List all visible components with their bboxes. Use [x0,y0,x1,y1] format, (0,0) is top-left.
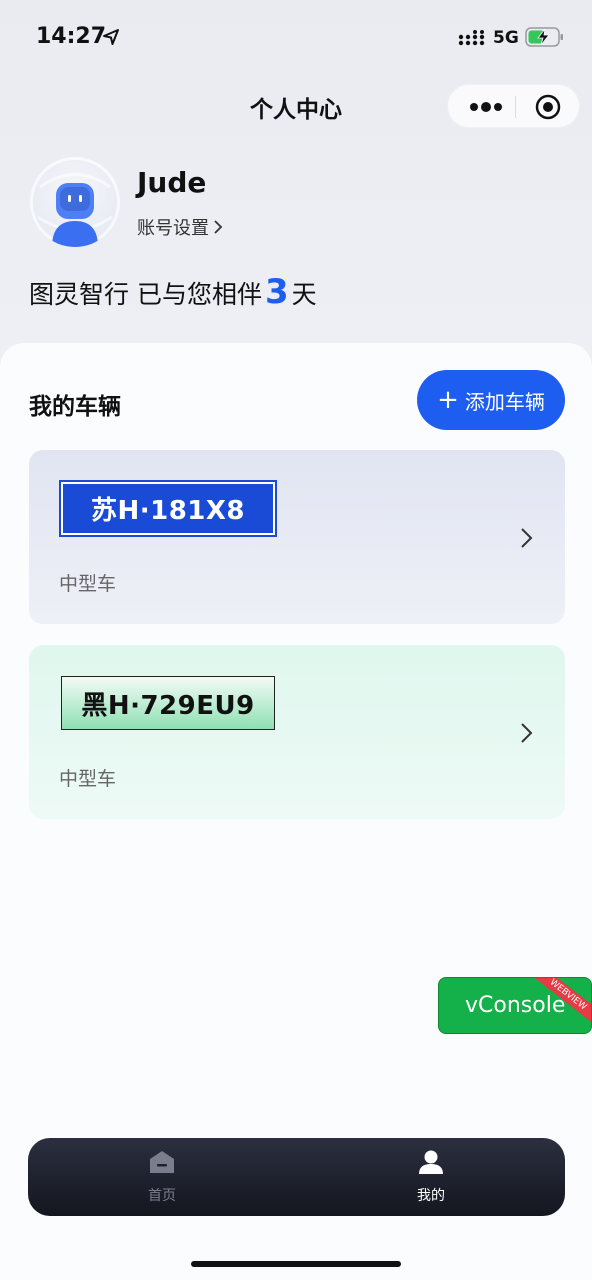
status-bar: 14:27 5G [0,0,592,76]
vconsole-label: vConsole [465,993,566,1018]
avatar[interactable] [30,157,120,247]
battery-charging-icon [525,27,563,47]
more-icon[interactable] [466,97,506,117]
vehicle-type: 中型车 [59,573,117,595]
chevron-right-icon [214,220,223,234]
vconsole-button[interactable]: vConsole WEBVIEW [438,977,592,1034]
location-arrow-icon [103,29,119,45]
home-indicator [191,1261,401,1267]
companion-prefix: 图灵智行 已与您相伴 [29,280,262,309]
home-icon [150,1151,174,1173]
companion-suffix: 天 [291,280,317,309]
plus-icon: + [437,385,459,415]
tab-home-label: 首页 [148,1188,176,1204]
account-settings-link[interactable]: 账号设置 [137,214,223,240]
license-plate: 苏H·181X8 [59,480,277,537]
vehicle-type: 中型车 [59,768,117,790]
chevron-right-icon [521,528,533,548]
robot-avatar-icon [30,157,120,247]
signal-icon [458,30,485,46]
close-target-icon[interactable] [535,94,561,120]
account-settings-label: 账号设置 [137,218,209,239]
tab-bar: 首页 我的 [28,1138,565,1216]
username: Jude [137,166,207,199]
user-icon [419,1150,443,1174]
tab-home[interactable]: 首页 [102,1138,222,1216]
chevron-right-icon [521,723,533,743]
vehicle-card[interactable]: 苏H·181X8 中型车 [29,450,565,624]
license-plate: 黑H·729EU9 [61,676,275,730]
network-type: 5G [493,28,519,48]
add-vehicle-label: 添加车辆 [464,389,545,414]
status-time: 14:27 [36,24,107,49]
capsule-divider [515,96,516,118]
companion-days-text: 图灵智行 已与您相伴 3 天 [29,272,317,312]
add-vehicle-button[interactable]: + 添加车辆 [417,370,565,430]
miniprogram-capsule [447,84,580,128]
my-vehicles-title: 我的车辆 [29,394,121,420]
tab-mine-label: 我的 [417,1188,445,1204]
vehicle-card[interactable]: 黑H·729EU9 中型车 [29,645,565,819]
companion-days-count: 3 [264,272,289,312]
tab-mine[interactable]: 我的 [371,1138,491,1216]
